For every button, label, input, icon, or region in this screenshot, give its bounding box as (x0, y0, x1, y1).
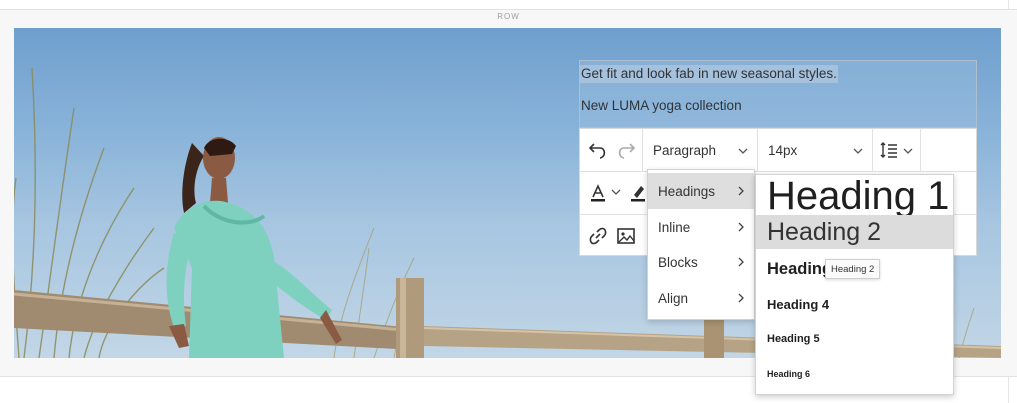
font-size-select[interactable]: 14px (758, 129, 873, 171)
chevron-right-icon (736, 185, 746, 197)
menu-item-align[interactable]: Align (648, 280, 754, 316)
chevron-right-icon (736, 292, 746, 304)
hover-tooltip: Heading 2 (825, 259, 881, 279)
link-icon[interactable] (588, 226, 608, 246)
undo-icon[interactable] (588, 140, 608, 160)
submenu-item-heading-6[interactable]: Heading 6 (756, 357, 953, 391)
text-line[interactable]: New LUMA yoga collection (581, 97, 742, 115)
chevron-right-icon (736, 256, 746, 268)
chevron-down-icon (737, 144, 749, 156)
chevron-down-icon (852, 144, 864, 156)
page-builder-stage: ROW Get fit and look fab in new seasonal… (0, 0, 1017, 403)
font-size-value: 14px (768, 142, 798, 158)
redo-icon[interactable] (616, 140, 636, 160)
format-select-value: Paragraph (653, 142, 717, 158)
menu-item-label: Blocks (658, 254, 698, 270)
menu-item-label: Headings (658, 183, 716, 199)
selected-text-line[interactable]: Get fit and look fab in new seasonal sty… (580, 65, 838, 83)
history-group (580, 129, 643, 171)
highlight-icon[interactable] (628, 183, 648, 203)
menu-item-inline[interactable]: Inline (648, 209, 754, 245)
color-group (580, 172, 648, 214)
image-icon[interactable] (616, 226, 636, 246)
chevron-down-icon (902, 144, 914, 156)
text-color-icon[interactable] (588, 183, 608, 203)
toolbar-row-1: Paragraph 14px (580, 129, 976, 172)
line-height-select[interactable] (873, 129, 921, 171)
menu-item-blocks[interactable]: Blocks (648, 244, 754, 280)
chevron-right-icon (736, 221, 746, 233)
menu-item-label: Inline (658, 219, 691, 235)
submenu-item-heading-4[interactable]: Heading 4 (756, 287, 953, 321)
format-dropdown-menu: Headings Inline Blocks Align (647, 169, 755, 320)
format-select[interactable]: Paragraph (643, 129, 758, 171)
text-content-area[interactable]: Get fit and look fab in new seasonal sty… (579, 60, 977, 128)
chevron-down-icon (610, 185, 622, 205)
menu-item-label: Align (658, 290, 689, 306)
submenu-item-heading-1[interactable]: Heading 1 (756, 174, 953, 218)
line-height-icon (879, 140, 899, 160)
insert-group (580, 215, 648, 257)
menu-item-headings[interactable]: Headings (648, 173, 754, 209)
submenu-item-heading-2[interactable]: Heading 2 (756, 215, 953, 249)
headings-submenu: Heading 1 Heading 2 Heading Heading 4 He… (755, 174, 954, 395)
row-label: ROW (497, 12, 520, 21)
submenu-item-heading-5[interactable]: Heading 5 (756, 321, 953, 357)
